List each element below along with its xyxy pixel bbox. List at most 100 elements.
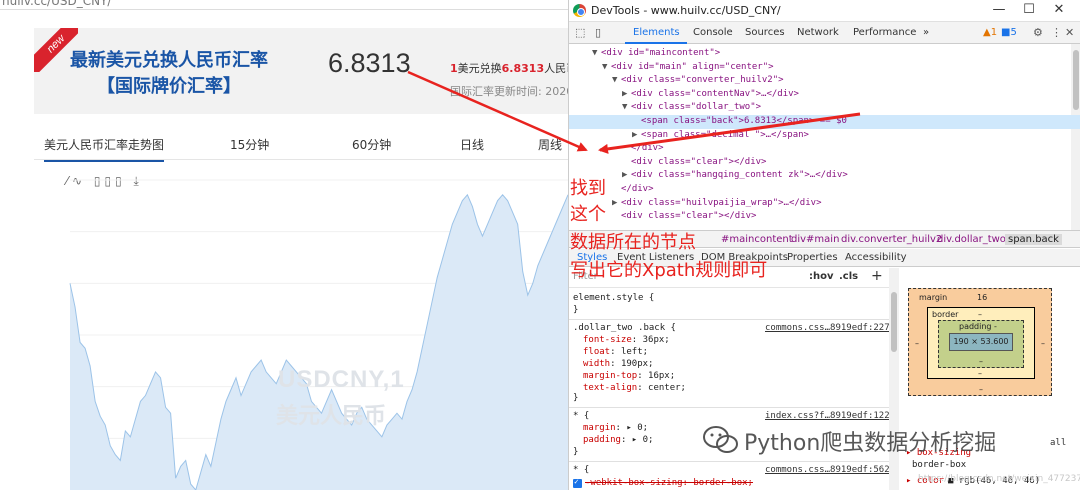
margin-left-value: – [915, 339, 919, 348]
tab-console[interactable]: Console [693, 27, 733, 38]
author-watermark: Python爬虫数据分析挖掘 [744, 431, 997, 456]
computed-value-box-sizing: border-box [912, 460, 967, 470]
subtab-properties[interactable]: Properties [787, 252, 838, 263]
dom-node-markup: <div class="huilvpaijia_wrap">…</div> [621, 197, 822, 208]
banner-title-line1: 最新美元兑换人民币汇率 [70, 50, 268, 71]
chart-watermark-name: 美元人民币 [276, 404, 387, 429]
more-menu-icon[interactable]: ⋮ [1051, 26, 1062, 39]
maximize-button[interactable]: ☐ [1019, 2, 1039, 17]
tab-15min[interactable]: 15分钟 [230, 136, 269, 153]
tab-elements[interactable]: Elements [633, 27, 680, 38]
more-tabs-button[interactable]: » [923, 27, 929, 38]
dom-node-markup: <div id="main" align="center"> [611, 61, 774, 72]
dom-node-row[interactable]: ▶ <div class="contentNav">…</div> [569, 88, 1080, 102]
expand-triangle-icon[interactable]: ▶ [622, 88, 627, 102]
warning-count[interactable]: ▲1 [983, 27, 997, 38]
devtools-toolbar: ⬚ ▯ Elements Console Sources Network Per… [569, 22, 1080, 44]
elements-dom-tree[interactable]: ••• ▼<div id="maincontent">▼<div id="mai… [569, 44, 1080, 230]
expand-triangle-icon[interactable]: ▶ [632, 129, 637, 143]
element-style-open[interactable]: element.style { [573, 293, 654, 304]
css-property[interactable]: text-align: center; [583, 383, 686, 394]
close-devtools-icon[interactable]: ✕ [1065, 26, 1074, 39]
rate-trend-chart[interactable] [34, 168, 568, 490]
tab-trend-chart[interactable]: 美元人民币汇率走势图 [44, 136, 165, 162]
crumb-maincontent[interactable]: #maincontent [721, 234, 793, 245]
rule3-selector[interactable]: * { [573, 465, 589, 476]
box-model-padding[interactable]: padding - 190 × 53.600 – [938, 320, 1024, 368]
dom-node-row[interactable]: ▼ <div class="dollar_two"> [569, 101, 1080, 115]
minimize-button[interactable]: — [989, 2, 1009, 17]
rule2-selector[interactable]: * { [573, 411, 589, 422]
dom-node-row[interactable]: ▼ <div id="maincontent"> [569, 47, 1080, 61]
show-all-label[interactable]: all [1050, 438, 1066, 449]
dom-node-markup: </div> [621, 184, 654, 194]
close-window-button[interactable]: ✕ [1049, 2, 1069, 17]
css-property[interactable]: margin-top: 16px; [583, 371, 675, 382]
device-toolbar-icon[interactable]: ▯ [595, 26, 601, 39]
inspect-element-icon[interactable]: ⬚ [575, 26, 585, 39]
border-top-value: – [978, 310, 982, 319]
tab-daily[interactable]: 日线 [460, 136, 484, 153]
annotation-line2: 这个 [570, 204, 606, 225]
class-toggle[interactable]: .cls [839, 271, 858, 282]
wechat-icon [703, 426, 738, 453]
dom-node-row[interactable]: ▼ <div class="converter_huilv2"> [569, 74, 1080, 88]
info-count[interactable]: ■5 [1001, 27, 1017, 38]
tab-weekly[interactable]: 周线 [538, 136, 562, 153]
crumb-dollar-two[interactable]: div.dollar_two [937, 234, 1006, 245]
rule2-source-link[interactable]: index.css?f…8919edf:122 [765, 411, 889, 422]
collapse-triangle-icon[interactable]: ▼ [622, 101, 627, 115]
styles-scroll-thumb[interactable] [891, 292, 897, 352]
collapse-triangle-icon[interactable]: ▼ [602, 61, 607, 75]
new-rule-button[interactable]: + [871, 268, 883, 284]
crumb-span-back[interactable]: span.back [1005, 234, 1062, 245]
css-property[interactable]: padding: ▸ 0; [583, 435, 653, 446]
crumb-converter[interactable]: div.converter_huilv2 [841, 234, 942, 245]
element-style-close: } [573, 305, 579, 315]
rule1-source-link[interactable]: commons.css…8919edf:227 [765, 323, 889, 334]
address-bar[interactable]: huilv.cc/USD_CNY/ [0, 0, 568, 10]
css-property[interactable]: margin: ▸ 0; [583, 423, 648, 434]
expand-triangle-icon[interactable]: ▶ [622, 169, 627, 183]
subtab-accessibility[interactable]: Accessibility [845, 252, 907, 263]
css-property[interactable]: float: left; [583, 347, 648, 358]
dom-node-row[interactable]: ▶ <div class="huilvpaijia_wrap">…</div> [569, 197, 1080, 211]
hover-state-toggle[interactable]: :hov [809, 271, 834, 282]
dom-node-row[interactable]: <div class="clear"></div> [569, 210, 1080, 224]
box-model-margin[interactable]: margin 16 – – – border – – padding - 190… [908, 288, 1052, 396]
dom-node-row[interactable]: </div> [569, 142, 1080, 156]
css-property[interactable]: font-size: 36px; [583, 335, 670, 346]
tab-performance[interactable]: Performance [853, 27, 916, 38]
crumb-main[interactable]: div#main [791, 234, 839, 245]
rule1-selector[interactable]: .dollar_two .back { [573, 323, 676, 334]
chart-area-fill [70, 194, 568, 490]
settings-gear-icon[interactable]: ⚙ [1033, 26, 1043, 39]
rate-value: 6.8313 [501, 62, 545, 75]
rule3-source-link[interactable]: commons.css…8919edf:562 [765, 465, 889, 476]
box-model-content[interactable]: 190 × 53.600 [949, 333, 1013, 351]
rate-banner: new 最新美元兑换人民币汇率 【国际牌价汇率】 6.8313 1美元兑换6.8… [34, 28, 568, 114]
box-model-border[interactable]: border – – padding - 190 × 53.600 – [927, 307, 1035, 379]
tab-60min[interactable]: 60分钟 [352, 136, 391, 153]
dom-node-row[interactable]: <span class="back">6.8313</span> == $0 [569, 115, 1080, 129]
dom-node-row[interactable]: <div class="clear"></div> [569, 156, 1080, 170]
collapse-triangle-icon[interactable]: ▼ [592, 47, 597, 61]
chart-period-tabs: 美元人民币汇率走势图 15分钟 60分钟 日线 周线 [34, 130, 568, 162]
property-checkbox[interactable] [573, 477, 582, 488]
tab-network[interactable]: Network [797, 27, 839, 38]
margin-top-value: 16 [977, 293, 988, 302]
tab-sources[interactable]: Sources [745, 27, 785, 38]
dom-node-row[interactable]: ▶ <span class="decimal ">…</span> [569, 129, 1080, 143]
rule-divider [569, 461, 889, 462]
dom-node-row[interactable]: </div> [569, 183, 1080, 197]
border-label: border [932, 310, 959, 319]
devtools-titlebar: DevTools - www.huilv.cc/USD_CNY/ — ☐ ✕ [569, 0, 1080, 22]
dom-node-row[interactable]: ▶ <div class="hangqing_content zk">…</div… [569, 169, 1080, 183]
dom-node-row[interactable]: ▼ <div id="main" align="center"> [569, 61, 1080, 75]
box-model-diagram: margin 16 – – – border – – padding - 190… [908, 288, 1052, 396]
css-property[interactable]: width: 190px; [583, 359, 653, 370]
styles-pane[interactable]: element.style { } .dollar_two .back { co… [569, 289, 889, 490]
expand-triangle-icon[interactable]: ▶ [612, 197, 617, 211]
collapse-triangle-icon[interactable]: ▼ [612, 74, 617, 88]
rule3-struck-property[interactable]: -webkit-box-sizing: border-box; [585, 478, 753, 489]
